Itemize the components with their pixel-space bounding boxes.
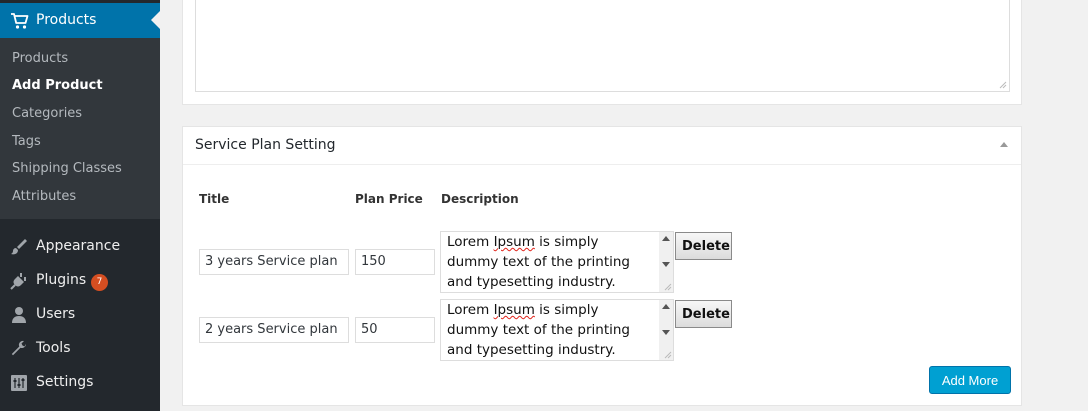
column-header-title: Title bbox=[199, 192, 230, 206]
column-header-plan-price: Plan Price bbox=[355, 192, 423, 206]
submenu-item-shipping-classes[interactable]: Shipping Classes bbox=[12, 161, 122, 176]
paintbrush-icon bbox=[10, 238, 28, 256]
plan-title-input[interactable]: 2 years Service plan bbox=[199, 317, 349, 343]
collapse-toggle-icon[interactable] bbox=[1000, 142, 1008, 147]
submenu-item-attributes[interactable]: Attributes bbox=[12, 189, 76, 204]
description-word: Lorem bbox=[447, 302, 490, 318]
resize-grip-icon[interactable] bbox=[663, 350, 672, 359]
sidebar-item-label: Appearance bbox=[36, 238, 121, 254]
submenu-item-categories[interactable]: Categories bbox=[12, 106, 82, 121]
plan-price-input[interactable]: 150 bbox=[355, 249, 435, 275]
sidebar-item-label: Tools bbox=[36, 340, 71, 356]
cart-icon bbox=[10, 11, 30, 31]
submenu-item-tags[interactable]: Tags bbox=[12, 134, 41, 149]
sidebar-item-settings[interactable]: Settings bbox=[0, 368, 160, 398]
scroll-up-icon[interactable] bbox=[662, 304, 670, 309]
admin-sidebar: Products Products Add Product Categories… bbox=[0, 0, 160, 411]
sidebar-item-appearance[interactable]: Appearance bbox=[0, 232, 160, 262]
resize-grip-icon[interactable] bbox=[998, 80, 1007, 89]
sidebar-item-label: Users bbox=[36, 306, 76, 322]
current-menu-arrow bbox=[151, 11, 160, 29]
wrench-icon bbox=[10, 340, 28, 358]
plan-description-textarea[interactable]: Lorem Ipsum is simply dummy text of the … bbox=[440, 299, 674, 361]
sidebar-item-users[interactable]: Users bbox=[0, 300, 160, 330]
delete-button[interactable]: Delete bbox=[675, 300, 732, 328]
column-header-description: Description bbox=[441, 192, 519, 206]
scroll-down-icon[interactable] bbox=[662, 262, 670, 267]
scroll-up-icon[interactable] bbox=[662, 236, 670, 241]
misspelled-word: Ipsum bbox=[493, 234, 535, 250]
products-submenu: Products Add Product Categories Tags Shi… bbox=[0, 38, 160, 219]
plugin-icon bbox=[10, 272, 28, 290]
sidebar-item-label: Products bbox=[36, 12, 97, 28]
plan-description-textarea[interactable]: Lorem Ipsum is simply dummy text of the … bbox=[440, 231, 674, 293]
sidebar-item-tools[interactable]: Tools bbox=[0, 334, 160, 364]
description-editor[interactable] bbox=[195, 0, 1010, 92]
sidebar-item-products[interactable]: Products bbox=[0, 3, 160, 38]
plan-price-input[interactable]: 50 bbox=[355, 317, 435, 343]
plan-title-input[interactable]: 3 years Service plan bbox=[199, 249, 349, 275]
submenu-item-add-product[interactable]: Add Product bbox=[12, 78, 103, 93]
misspelled-word: Ipsum bbox=[493, 302, 535, 318]
users-icon bbox=[10, 306, 28, 324]
settings-icon bbox=[10, 374, 28, 392]
description-word: Lorem bbox=[447, 234, 490, 250]
resize-grip-icon[interactable] bbox=[663, 282, 672, 291]
sidebar-item-label: Plugins bbox=[36, 272, 87, 288]
sidebar-item-label: Settings bbox=[36, 374, 94, 390]
scroll-down-icon[interactable] bbox=[662, 330, 670, 335]
metabox-title: Service Plan Setting bbox=[195, 137, 336, 153]
update-count-badge: 7 bbox=[91, 274, 108, 291]
product-description-box bbox=[182, 0, 1022, 105]
delete-button[interactable]: Delete bbox=[675, 232, 732, 260]
add-more-button[interactable]: Add More bbox=[929, 366, 1011, 394]
submenu-item-products[interactable]: Products bbox=[12, 51, 68, 66]
metabox-header[interactable]: Service Plan Setting bbox=[183, 127, 1021, 165]
sidebar-item-plugins[interactable]: Plugins 7 bbox=[0, 266, 160, 296]
service-plan-metabox: Service Plan Setting Title Plan Price De… bbox=[182, 126, 1022, 406]
